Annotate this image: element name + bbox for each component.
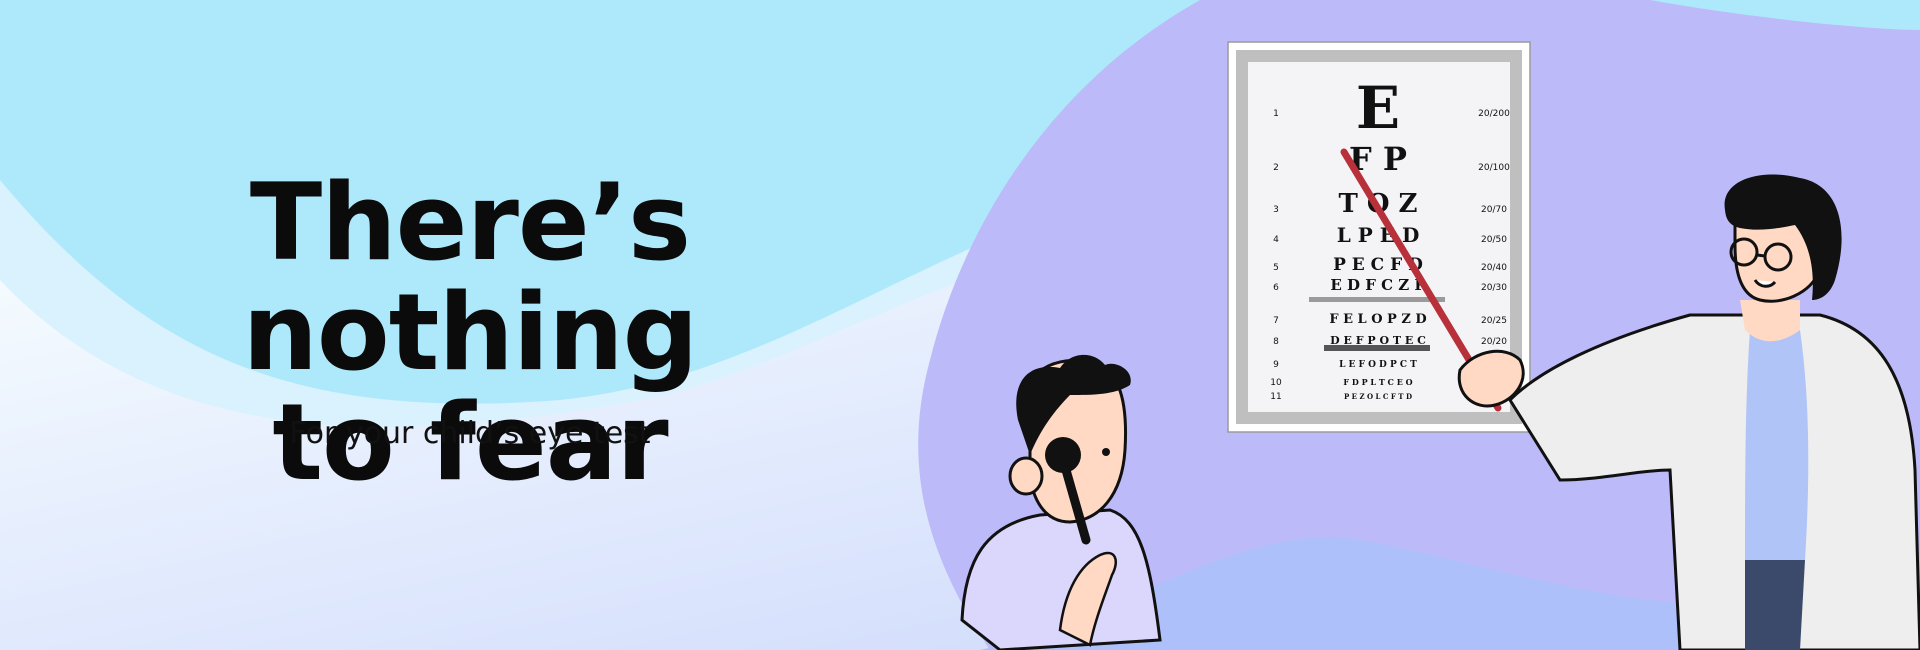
eye-chart-row-acuity: 20/20 — [1481, 337, 1507, 347]
eye-chart-row-acuity: 20/70 — [1481, 205, 1507, 215]
eye-chart-row-letters: D E F P O T E C — [1330, 334, 1426, 347]
hero-subheadline: For your child’s eye test — [289, 416, 651, 451]
eye-chart-row-letters: F E L O P Z D — [1329, 312, 1426, 327]
eye-chart-row-letters: L E F O D P C T — [1339, 360, 1417, 370]
doctor-shirt — [1745, 330, 1809, 560]
hero-banner: 1E20/2002F P20/1003T O Z20/704L P E D20/… — [0, 0, 1920, 650]
eye-chart-row-number: 6 — [1273, 283, 1279, 293]
eye-chart-row-letters: E — [1356, 74, 1400, 142]
eye-chart-row-letters: E D F C Z P — [1330, 276, 1425, 294]
child-eye — [1102, 448, 1110, 456]
eye-chart-row-acuity: 20/50 — [1481, 235, 1507, 245]
eye-chart-row-acuity: 20/30 — [1481, 283, 1507, 293]
eye-chart-row-letters: F D P L T C E O — [1343, 377, 1412, 387]
eye-chart-row-acuity: 20/40 — [1481, 263, 1507, 273]
child-ear — [1008, 456, 1044, 496]
eye-chart-row-number: 4 — [1273, 235, 1279, 245]
eye-chart-row-number: 9 — [1273, 360, 1279, 370]
eye-chart-row-acuity: 20/100 — [1478, 163, 1510, 173]
doctor-pants — [1745, 560, 1805, 650]
eye-chart-row-number: 11 — [1270, 392, 1281, 402]
eye-chart-row-number: 5 — [1273, 263, 1279, 273]
glasses-bridge — [1756, 253, 1766, 258]
eye-chart-row-number: 1 — [1273, 109, 1279, 119]
eye-chart-row-number: 3 — [1273, 205, 1279, 215]
eye-chart-line-a — [1309, 297, 1445, 302]
eye-chart-row-acuity: 20/25 — [1481, 316, 1507, 326]
eye-chart-row-number: 8 — [1273, 337, 1279, 347]
eye-chart-row-number: 2 — [1273, 163, 1279, 173]
headline-line-1: There’s nothing — [242, 161, 698, 394]
eye-chart-row-letters: P E Z O L C F T D — [1344, 392, 1412, 401]
eye-chart-row-number: 7 — [1273, 316, 1279, 326]
eye-chart-row-number: 10 — [1270, 378, 1282, 388]
eye-chart-row-acuity: 20/200 — [1478, 109, 1510, 119]
eye-chart-row-letters: L P E D — [1337, 223, 1420, 247]
